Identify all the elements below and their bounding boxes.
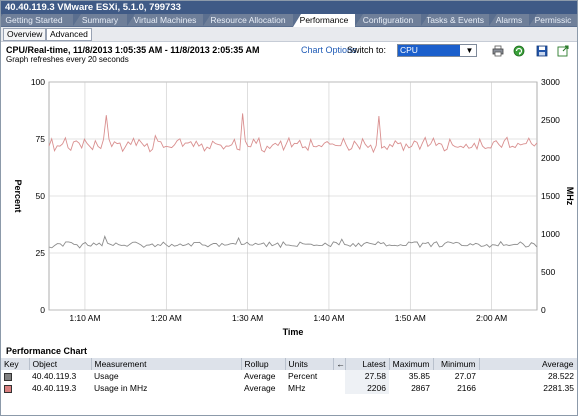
y2-axis-title: MHz — [565, 187, 575, 206]
y2-tick-label: 3000 — [541, 77, 560, 87]
x-tick-label: 1:10 AM — [69, 313, 100, 323]
y-tick-label: 50 — [36, 191, 46, 201]
column-header-sort-arrow[interactable]: ← — [333, 358, 346, 370]
column-header-minimum[interactable]: Minimum — [433, 358, 480, 370]
legend-header-row: Key Object Measurement Rollup Units ← La… — [1, 358, 577, 370]
tab-alarms[interactable]: Alarms — [489, 14, 529, 26]
spacer-cell — [333, 370, 345, 382]
print-icon[interactable] — [492, 45, 504, 57]
maximum-cell: 35.85 — [408, 371, 430, 381]
tab-getting-started[interactable]: Getting Started — [1, 14, 73, 26]
tab-performance[interactable]: Performance — [293, 14, 355, 27]
performance-view-tabs: Overview Advanced — [1, 27, 577, 42]
y2-tick-label: 2000 — [541, 153, 560, 163]
column-header-rollup[interactable]: Rollup — [241, 358, 286, 370]
chart-header: CPU/Real-time, 11/8/2013 1:05:35 AM - 11… — [1, 42, 577, 66]
latest-cell: 27.58 — [345, 370, 389, 382]
switch-to-dropdown[interactable]: CPU ▼ — [397, 44, 477, 57]
minimum-cell: 27.07 — [454, 371, 476, 381]
spacer-cell — [333, 382, 345, 394]
measurement-cell: Usage in MHz — [94, 383, 148, 393]
column-header-latest[interactable]: Latest — [345, 358, 390, 370]
refresh-note: Graph refreshes every 20 seconds — [6, 55, 129, 64]
average-cell: 28.522 — [548, 371, 574, 381]
x-tick-label: 2:00 AM — [476, 313, 507, 323]
column-header-average[interactable]: Average — [479, 358, 577, 370]
units-cell: MHz — [288, 383, 306, 393]
host-title: 40.40.119.3 VMware ESXi, 5.1.0, 799733 — [5, 2, 181, 13]
x-tick-label: 1:40 AM — [313, 313, 344, 323]
table-row[interactable]: 40.40.119.3 Usage in MHz Average MHz 220… — [1, 382, 577, 394]
tab-configuration[interactable]: Configuration — [355, 14, 421, 26]
vsphere-client-window: 40.40.119.3 VMware ESXi, 5.1.0, 799733 G… — [0, 0, 578, 416]
rollup-cell: Average — [244, 383, 276, 393]
y2-tick-label: 0 — [541, 305, 546, 315]
x-axis-title: Time — [283, 327, 304, 337]
key-cell[interactable] — [1, 370, 29, 382]
x-tick-label: 1:50 AM — [395, 313, 426, 323]
x-tick-label: 1:30 AM — [232, 313, 263, 323]
y-tick-label: 75 — [36, 134, 46, 144]
tab-summary[interactable]: Summary — [73, 14, 127, 26]
table-row[interactable]: 40.40.119.3 Usage Average Percent 27.58 … — [1, 370, 577, 382]
column-header-object[interactable]: Object — [29, 358, 92, 370]
maximum-cell: 2867 — [411, 383, 430, 393]
object-cell: 40.40.119.3 — [32, 371, 77, 381]
tab-permissions[interactable]: Permissic — [529, 14, 577, 26]
y2-tick-label: 1000 — [541, 229, 560, 239]
tab-virtual-machines[interactable]: Virtual Machines — [127, 14, 203, 26]
y-tick-label: 25 — [36, 248, 46, 258]
y-axis-title: Percent — [13, 179, 23, 212]
switch-to-selected-value: CPU — [398, 45, 460, 56]
y-tick-label: 0 — [40, 305, 45, 315]
host-title-bar: 40.40.119.3 VMware ESXi, 5.1.0, 799733 — [1, 1, 577, 14]
chevron-down-icon[interactable]: ▼ — [463, 45, 476, 56]
key-cell[interactable] — [1, 382, 29, 394]
column-header-measurement[interactable]: Measurement — [91, 358, 242, 370]
chart-title: CPU/Real-time, 11/8/2013 1:05:35 AM - 11… — [6, 45, 260, 55]
series-swatch-usage — [4, 372, 12, 381]
latest-cell: 2206 — [345, 382, 389, 394]
subtab-advanced[interactable]: Advanced — [46, 28, 92, 41]
series-swatch-usage-mhz — [4, 384, 12, 393]
performance-chart-legend-title: Performance Chart — [6, 346, 88, 356]
measurement-cell: Usage — [94, 371, 119, 381]
save-icon[interactable] — [536, 45, 548, 57]
column-header-maximum[interactable]: Maximum — [389, 358, 434, 370]
popout-icon[interactable] — [557, 45, 569, 57]
tab-tasks-events[interactable]: Tasks & Events — [421, 14, 489, 26]
performance-line-chart: 02550751000500100015002000250030001:10 A… — [13, 77, 575, 337]
performance-legend-table: Key Object Measurement Rollup Units ← La… — [1, 358, 577, 394]
refresh-icon[interactable] — [513, 45, 525, 57]
y2-tick-label: 1500 — [541, 191, 560, 201]
column-header-key[interactable]: Key — [1, 358, 30, 370]
average-cell: 2281.35 — [543, 383, 574, 393]
x-tick-label: 1:20 AM — [151, 313, 182, 323]
host-tab-bar: Getting Started Summary Virtual Machines… — [1, 14, 577, 27]
tab-resource-allocation[interactable]: Resource Allocation — [203, 14, 293, 26]
units-cell: Percent — [288, 371, 318, 381]
subtab-overview[interactable]: Overview — [3, 28, 47, 41]
y2-tick-label: 2500 — [541, 115, 560, 125]
rollup-cell: Average — [244, 371, 276, 381]
minimum-cell: 2166 — [457, 383, 476, 393]
y-tick-label: 100 — [31, 77, 45, 87]
y2-tick-label: 500 — [541, 267, 555, 277]
switch-to-label: Switch to: — [347, 45, 387, 55]
object-cell: 40.40.119.3 — [32, 383, 77, 393]
column-header-units[interactable]: Units — [285, 358, 334, 370]
